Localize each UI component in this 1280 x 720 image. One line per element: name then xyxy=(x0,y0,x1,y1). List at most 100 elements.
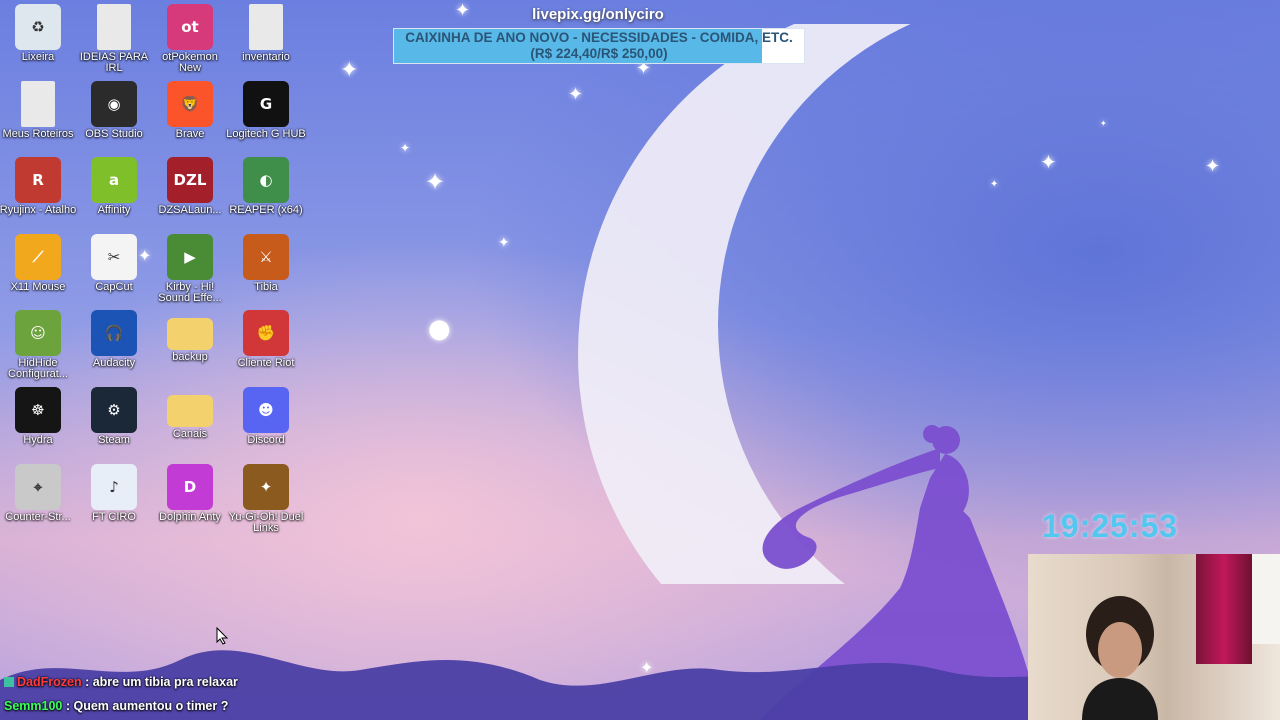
desktop-icon-label: Logitech G HUB xyxy=(226,127,306,140)
donation-goal-widget: livepix.gg/onlyciro CAIXINHA DE ANO NOVO… xyxy=(393,0,805,64)
desktop-icon-lixeira[interactable]: ♻ Lixeira xyxy=(2,4,74,80)
icon-glyph: ✊ xyxy=(256,324,276,343)
steam-icon: ⚙ xyxy=(91,387,137,433)
brave-browser-icon: 🦁 xyxy=(167,80,213,127)
desktop-icon-kirby-hi-sound-effe[interactable]: ▶ Kirby - Hi! Sound Effe... xyxy=(154,233,226,310)
desktop-icon-ryujinx-atalho[interactable]: R Ryujinx - Atalho xyxy=(0,157,76,233)
desktop-icon-obs-studio[interactable]: ◉ OBS Studio xyxy=(78,80,150,157)
icon-glyph: ♻ xyxy=(31,18,45,36)
desktop-icon-label: otPokemon New xyxy=(162,51,218,74)
desktop-icon-label: Yu-Gi-Oh! Duel Links xyxy=(228,510,304,534)
counter-strike-icon: ⌖ xyxy=(15,463,61,510)
text-file-icon xyxy=(249,4,283,50)
desktop-icon-label: Ryujinx - Atalho xyxy=(0,204,77,217)
recycle-bin-icon: ♻ xyxy=(15,4,61,50)
hidhide-icon: ☺ xyxy=(15,310,61,357)
icon-glyph: ▶ xyxy=(184,247,196,266)
desktop-icon-audacity[interactable]: 🎧 Audacity xyxy=(78,310,150,386)
donation-url: livepix.gg/onlyciro xyxy=(532,6,664,23)
desktop-icon-cliente-riot[interactable]: ✊ Cliente Riot xyxy=(230,310,302,386)
icon-glyph: ☸ xyxy=(31,401,45,419)
desktop-icon-discord[interactable]: ☻ Discord xyxy=(230,387,302,463)
desktop-icon-dzsalaun[interactable]: DZL DZSALaun... xyxy=(154,157,226,233)
folder-icon xyxy=(167,318,213,351)
goal-title: CAIXINHA DE ANO NOVO - NECESSIDADES - CO… xyxy=(405,30,793,45)
logitech-g-hub-icon: G xyxy=(243,80,289,127)
desktop-icon-inventario[interactable]: inventario xyxy=(230,4,302,80)
ryujinx-icon: R xyxy=(15,157,61,204)
desktop-icon-label: OBS Studio xyxy=(85,127,143,140)
riot-client-icon: ✊ xyxy=(243,310,289,357)
mouse-cursor-icon xyxy=(216,627,228,645)
icon-glyph: ⌖ xyxy=(33,477,43,496)
desktop-icon-x11-mouse[interactable]: ⟋ X11 Mouse xyxy=(2,233,74,310)
desktop-icon-label: Audacity xyxy=(92,357,136,370)
desktop-icon-label: Counter-Str... xyxy=(5,510,71,523)
desktop-icon-meus-roteiros[interactable]: Meus Roteiros xyxy=(2,80,74,157)
desktop-icon-label: Affinity xyxy=(97,204,131,217)
desktop-icon-logitech-g-hub[interactable]: G Logitech G HUB xyxy=(226,80,306,157)
desktop-icon-capcut[interactable]: ✂ CapCut xyxy=(78,233,150,310)
dzsa-launcher-icon: DZL xyxy=(167,157,213,204)
desktop-icon-dolphin-anty[interactable]: D Dolphin Anty xyxy=(154,463,226,540)
desktop-icon-ideias-para-irl[interactable]: IDEIAS PARA IRL xyxy=(78,4,150,80)
video-file-icon: ▶ xyxy=(167,233,213,280)
folder-icon xyxy=(167,395,213,427)
desktop-icon-otpokemon-new[interactable]: ot otPokemon New xyxy=(154,4,226,80)
streamer-person xyxy=(1082,596,1158,720)
icon-glyph: ☺ xyxy=(30,324,46,343)
desktop-icon-label: Hydra xyxy=(23,434,53,446)
desktop-icon-label: Brave xyxy=(175,127,205,140)
desktop-icon-label: Meus Roteiros xyxy=(2,127,74,140)
curtain xyxy=(1196,554,1252,664)
icon-glyph: ✂ xyxy=(107,247,121,266)
reaper-icon: ◐ xyxy=(243,157,289,204)
desktop-icon-label: Cliente Riot xyxy=(237,357,295,370)
desktop-icon-hidhide-configurat[interactable]: ☺ HidHide Configurat... xyxy=(2,310,74,386)
tibia-icon: ⚔ xyxy=(243,233,289,280)
desktop-icon-affinity[interactable]: a Affinity xyxy=(78,157,150,233)
desktop-icon-reaper-x64[interactable]: ◐ REAPER (x64) xyxy=(229,157,303,233)
desktop-icon-brave[interactable]: 🦁 Brave xyxy=(154,80,226,157)
desktop-icon-label: FT CIRO xyxy=(92,510,136,523)
desktop-icon-label: Steam xyxy=(98,434,130,446)
chat-username: DadFrozen xyxy=(17,675,82,689)
icon-glyph: ✦ xyxy=(259,477,273,496)
icon-glyph: ♪ xyxy=(109,477,119,496)
desktop-icon-label: backup xyxy=(172,351,208,364)
affinity-icon: a xyxy=(91,157,137,204)
webcam-overlay xyxy=(1028,554,1280,720)
desktop-icon-yu-gi-oh-duel-links[interactable]: ✦ Yu-Gi-Oh! Duel Links xyxy=(229,463,303,540)
icon-glyph: DZL xyxy=(173,171,207,190)
desktop-icon-canais[interactable]: Canais xyxy=(154,387,226,463)
desktop-icon-label: IDEIAS PARA IRL xyxy=(79,51,149,74)
desktop-icon-tibia[interactable]: ⚔ Tibia xyxy=(230,233,302,310)
desktop-icon-label: Lixeira xyxy=(21,51,55,63)
icon-glyph: G xyxy=(259,94,273,113)
yugioh-duel-links-icon: ✦ xyxy=(243,463,289,510)
audacity-icon: 🎧 xyxy=(91,310,137,357)
desktop-icon-hydra[interactable]: ☸ Hydra xyxy=(2,387,74,463)
icon-glyph: ◉ xyxy=(107,94,121,113)
room-window xyxy=(1252,554,1280,644)
icon-glyph: ⚙ xyxy=(107,401,121,419)
desktop-icon-label: HidHide Configurat... xyxy=(8,357,68,381)
chat-message: : abre um tibia pra relaxar xyxy=(81,675,238,689)
chat-username: Semm100 xyxy=(4,699,63,713)
clock-overlay: 19:25:53 xyxy=(1042,508,1179,544)
goal-amounts: (R$ 224,40/R$ 250,00) xyxy=(530,46,668,61)
desktop-icon-ft-ciro[interactable]: ♪ FT CIRO xyxy=(78,463,150,540)
desktop-icon-label: Tibia xyxy=(254,280,278,293)
desktop-icon-steam[interactable]: ⚙ Steam xyxy=(78,387,150,463)
icon-glyph: a xyxy=(108,171,120,190)
dolphin-anty-icon: D xyxy=(167,463,213,510)
icon-glyph: 🎧 xyxy=(104,324,124,343)
text-file-icon xyxy=(97,4,131,50)
x11-mouse-icon: ⟋ xyxy=(15,233,61,280)
desktop-icon-backup[interactable]: backup xyxy=(154,310,226,386)
capcut-icon: ✂ xyxy=(91,233,137,280)
goal-progress-bar: CAIXINHA DE ANO NOVO - NECESSIDADES - CO… xyxy=(393,28,805,64)
desktop-icon-counter-str[interactable]: ⌖ Counter-Str... xyxy=(2,463,74,540)
wav-file-icon: ♪ xyxy=(91,463,137,510)
icon-glyph: ot xyxy=(181,18,199,36)
